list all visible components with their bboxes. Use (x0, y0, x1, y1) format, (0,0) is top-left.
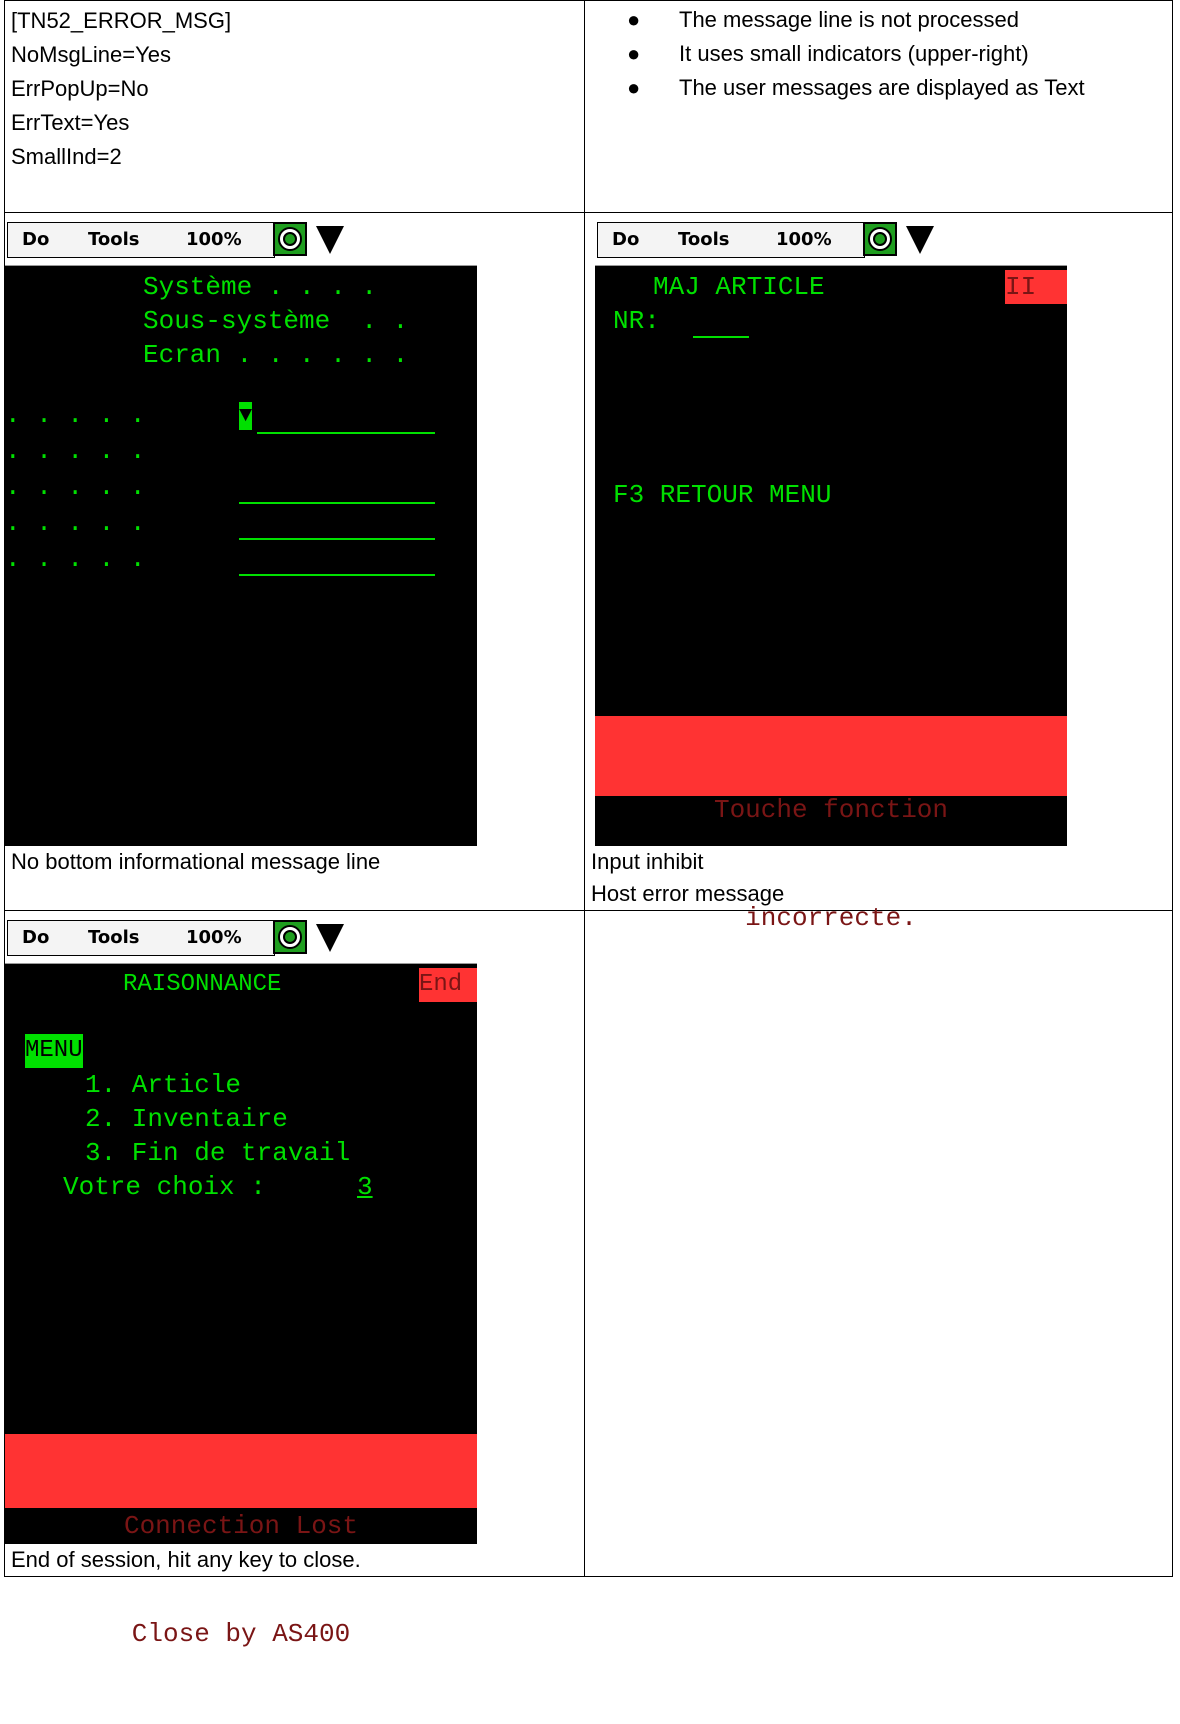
notes-list: ● The message line is not processed ● It u… (585, 1, 1172, 105)
screen3-cell: Do Tools 100% RAISONNANCE End MENU 1. Ar… (4, 910, 585, 1649)
zoom-level[interactable]: 100% (186, 921, 242, 955)
indicator-badge: II (1005, 270, 1067, 304)
bullet-icon: ● (627, 75, 641, 100)
list-item: ● It uses small indicators (upper-right) (585, 37, 1172, 71)
menu-item-article[interactable]: 1. Article (85, 1068, 241, 1102)
config-line: SmallInd=2 (11, 144, 122, 169)
indicator-badge: End (419, 968, 477, 1002)
choice-input[interactable]: 3 (357, 1170, 373, 1204)
menu-box: Do Tools 100% (597, 222, 865, 258)
menu-tools[interactable]: Tools (88, 223, 140, 257)
device-screen: Do Tools 100% Système . . . . Sous-systè… (5, 216, 477, 846)
target-icon[interactable] (273, 920, 307, 954)
menu-item-fin[interactable]: 3. Fin de travail (85, 1136, 350, 1170)
triangle-down-icon[interactable] (313, 222, 347, 256)
menu-box: Do Tools 100% (7, 222, 275, 258)
menu-bar: Do Tools 100% (5, 216, 477, 266)
device-screen: Do Tools 100% RAISONNANCE End MENU 1. Ar… (5, 914, 477, 1649)
menu-tools[interactable]: Tools (678, 223, 730, 257)
error-message: Touche fonction incorrecte. (595, 716, 1067, 933)
config-line: [TN52_ERROR_MSG] (11, 8, 232, 33)
bullet-icon: ● (627, 41, 641, 66)
menu-do[interactable]: Do (612, 223, 639, 257)
screen2-cell: Do Tools 100% MAJ ARTICLE II NR: F3 RETO… (584, 212, 1173, 933)
error-line: Connection Lost (123, 1511, 359, 1541)
config-block: [TN52_ERROR_MSG] NoMsgLine=Yes ErrPopUp=… (5, 1, 584, 212)
label-sous-systeme: Sous-système . . (143, 306, 409, 336)
target-icon[interactable] (273, 222, 307, 256)
input-field[interactable] (257, 432, 435, 434)
config-line: NoMsgLine=Yes (11, 42, 172, 67)
menu-do[interactable]: Do (22, 921, 49, 955)
menu-item-inventaire[interactable]: 2. Inventaire (85, 1102, 288, 1136)
config-cell: [TN52_ERROR_MSG] NoMsgLine=Yes ErrPopUp=… (4, 0, 585, 213)
screen1-cell: Do Tools 100% Système . . . . Sous-systè… (4, 212, 585, 911)
input-field[interactable] (239, 574, 435, 576)
notes-cell: ● The message line is not processed ● It u… (584, 0, 1173, 213)
error-message: Connection Lost Close by AS400 (5, 1434, 477, 1649)
terminal-area: Système . . . . Sous-système . . Ecran .… (5, 266, 477, 846)
nr-label: NR: (613, 306, 676, 336)
choice-prompt: Votre choix : (63, 1172, 266, 1202)
cursor-icon: ▼ (239, 402, 253, 430)
zoom-level[interactable]: 100% (776, 223, 832, 257)
empty-cell (584, 910, 1173, 1577)
device-screen: Do Tools 100% MAJ ARTICLE II NR: F3 RETO… (595, 216, 1067, 933)
dot-leader: . . . . . (5, 436, 146, 466)
nr-input[interactable] (693, 336, 749, 338)
document-table: [TN52_ERROR_MSG] NoMsgLine=Yes ErrPopUp=… (4, 0, 1173, 1649)
target-icon[interactable] (863, 222, 897, 256)
config-line: ErrText=Yes (11, 110, 130, 135)
screen-title: MAJ ARTICLE (653, 272, 825, 302)
menu-tools[interactable]: Tools (88, 921, 140, 955)
menu-bar: Do Tools 100% (5, 914, 477, 964)
terminal-area: MAJ ARTICLE II NR: F3 RETOUR MENU Touche… (595, 266, 1067, 933)
label-systeme: Système . . . . (143, 272, 378, 302)
dot-leader: . . . . . (5, 400, 146, 430)
f3-hint: F3 RETOUR MENU (613, 480, 832, 510)
triangle-down-icon[interactable] (313, 920, 347, 954)
input-field[interactable] (239, 502, 435, 504)
label-ecran: Ecran . . . . . . (143, 340, 409, 370)
error-line: incorrecte. (745, 903, 917, 933)
config-line: ErrPopUp=No (11, 76, 149, 101)
error-line: Touche fonction (713, 795, 949, 825)
screen1-caption: No bottom informational message line (11, 849, 381, 874)
dot-leader: . . . . . (5, 508, 146, 538)
dot-leader: . . . . . (5, 544, 146, 574)
menu-do[interactable]: Do (22, 223, 49, 257)
zoom-level[interactable]: 100% (186, 223, 242, 257)
bullet-icon: ● (627, 7, 641, 32)
screen-title: RAISONNANCE (123, 971, 282, 998)
menu-bar: Do Tools 100% (595, 216, 1067, 266)
list-item: ● The user messages are displayed as Text (585, 71, 1172, 105)
triangle-down-icon[interactable] (903, 222, 937, 256)
dot-leader: . . . . . (5, 472, 146, 502)
terminal-area: RAISONNANCE End MENU 1. Article 2. Inven… (5, 964, 477, 1649)
menu-label: MENU (25, 1034, 83, 1068)
list-item: ● The message line is not processed (585, 3, 1172, 37)
error-line: Close by AS400 (131, 1619, 351, 1649)
input-field[interactable] (239, 538, 435, 540)
menu-box: Do Tools 100% (7, 920, 275, 956)
